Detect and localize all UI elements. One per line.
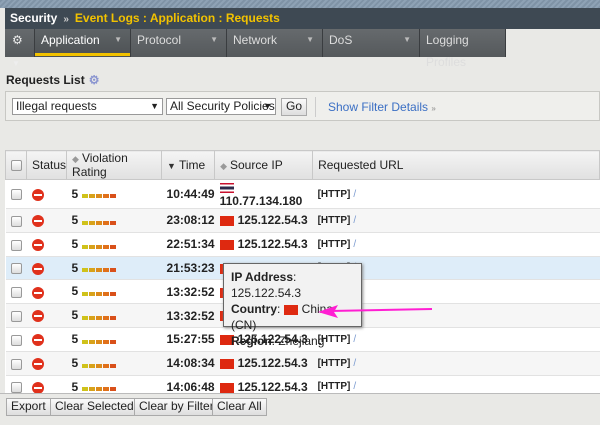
gear-icon: ⚙ [12,33,23,47]
blocked-status-icon [31,215,44,228]
china-flag-icon [283,304,298,315]
gear-menu-button[interactable]: ⚙ ▼ [5,29,35,68]
tab-application[interactable]: Application ▼ [35,29,131,57]
blocked-status-icon [31,334,44,347]
bottom-toolbar: Export Clear Selected Clear by Filter Cl… [0,393,600,425]
row-checkbox[interactable] [10,334,22,346]
policy-select[interactable]: All Security Policies ▼ [166,98,276,115]
row-checkbox[interactable] [10,263,22,275]
table-row[interactable]: 5 22:51:34 125.122.54.3 [HTTP] / [5,232,600,257]
table-row[interactable]: 5 23:08:12 125.122.54.3 [HTTP] / [5,208,600,233]
blocked-status-icon [31,262,44,275]
column-requested-url: Requested URL [312,150,600,180]
column-source-ip[interactable]: ◆ Source IP [214,150,314,180]
select-all-checkbox[interactable] [5,150,27,180]
rating-bars-icon [82,187,117,201]
requested-url-cell[interactable]: [HTTP]/ [312,179,600,209]
row-checkbox[interactable] [10,358,22,370]
time-cell: 23:08:12 [161,208,215,233]
time-cell: 13:32:52 [161,279,215,305]
thailand-flag-icon [219,182,234,193]
breadcrumb: Event Logs : Application : Requests [74,11,280,25]
table-row[interactable]: 5 14:08:34 125.122.54.3 [HTTP] / [5,351,600,376]
time-cell: 13:32:52 [161,303,215,328]
column-time[interactable]: ▼ Time [161,150,216,180]
violation-rating: 5 [66,179,162,209]
blocked-status-icon [31,310,44,323]
time-cell: 22:51:34 [161,232,215,257]
section-title: Security [10,11,58,25]
time-cell: 10:44:49 [161,179,215,209]
china-flag-icon [219,216,234,227]
blocked-status-icon [31,188,44,201]
annotation-arrow-icon [318,305,433,318]
tab-dos[interactable]: DoS ▼ [323,29,420,57]
requested-url-cell[interactable]: [HTTP]/ [312,351,600,376]
page-header: Security» Event Logs : Application : Requ… [5,8,600,29]
table-row[interactable]: 5 10:44:49 110.77.134.180 [HTTP] / [5,179,600,209]
row-checkbox[interactable] [10,239,22,251]
china-flag-icon [219,382,234,393]
time-cell: 21:53:23 [161,256,215,281]
clear-by-filter-button[interactable]: Clear by Filter [134,398,219,416]
source-ip-cell: 110.77.134.180 [214,179,313,209]
violation-rating: 5 [66,327,162,352]
violation-rating: 5 [66,351,162,376]
violation-rating: 5 [66,232,162,257]
blocked-status-icon [31,286,44,299]
tab-logging-profiles[interactable]: Logging Profiles [420,29,506,69]
page-title: Requests List ⚙ [6,73,100,87]
source-ip-cell: 125.122.54.3 [214,208,313,233]
requested-url-cell[interactable]: [HTTP]/ [312,208,600,233]
clear-all-button[interactable]: Clear All [212,398,267,416]
blocked-status-icon [31,239,44,252]
tab-bar: ⚙ ▼ Application ▼ Protocol ▼ Network ▼ DoS ▼… [5,29,506,69]
violation-rating: 5 [66,279,162,305]
violation-rating: 5 [66,303,162,328]
row-checkbox[interactable] [10,310,22,322]
rating-bars-icon [82,238,117,252]
rating-bars-icon [82,333,117,347]
top-band [0,0,600,8]
violation-rating: 5 [66,256,162,281]
go-button[interactable]: Go [281,98,308,116]
row-checkbox[interactable] [10,287,22,299]
rating-bars-icon [82,309,117,323]
column-status: Status [25,150,68,180]
china-flag-icon [219,359,234,369]
tab-protocol[interactable]: Protocol ▼ [131,29,227,57]
rating-bars-icon [82,214,117,228]
show-filter-details-link[interactable]: Show Filter Details » [328,100,436,114]
blocked-status-icon [31,358,44,370]
source-ip-cell: 125.122.54.3 [214,351,313,376]
requested-url-cell[interactable]: [HTTP]/ [312,232,600,257]
china-flag-icon [219,240,234,251]
clear-selected-button[interactable]: Clear Selected [50,398,139,416]
rating-bars-icon [82,357,117,371]
request-type-select[interactable]: Illegal requests ▼ [12,98,163,115]
rating-bars-icon [82,261,117,275]
time-cell: 15:27:55 [161,327,215,352]
source-ip-cell: 125.122.54.3 [214,232,313,257]
column-violation-rating[interactable]: ◆ Violation Rating [66,150,163,180]
export-button[interactable]: Export [6,398,51,416]
blocked-status-icon [31,381,44,394]
rating-bars-icon [82,285,117,299]
violation-rating: 5 [66,208,162,233]
divider [315,97,316,117]
tab-network[interactable]: Network ▼ [227,29,323,57]
row-checkbox[interactable] [10,382,22,394]
time-cell: 14:08:34 [161,351,215,376]
gear-icon[interactable]: ⚙ [89,73,100,87]
row-checkbox[interactable] [10,189,22,201]
requested-url-cell[interactable]: [HTTP]/ [312,327,600,352]
filter-bar: Illegal requests ▼ All Security Policies ▼… [5,91,600,121]
row-checkbox[interactable] [10,215,22,227]
